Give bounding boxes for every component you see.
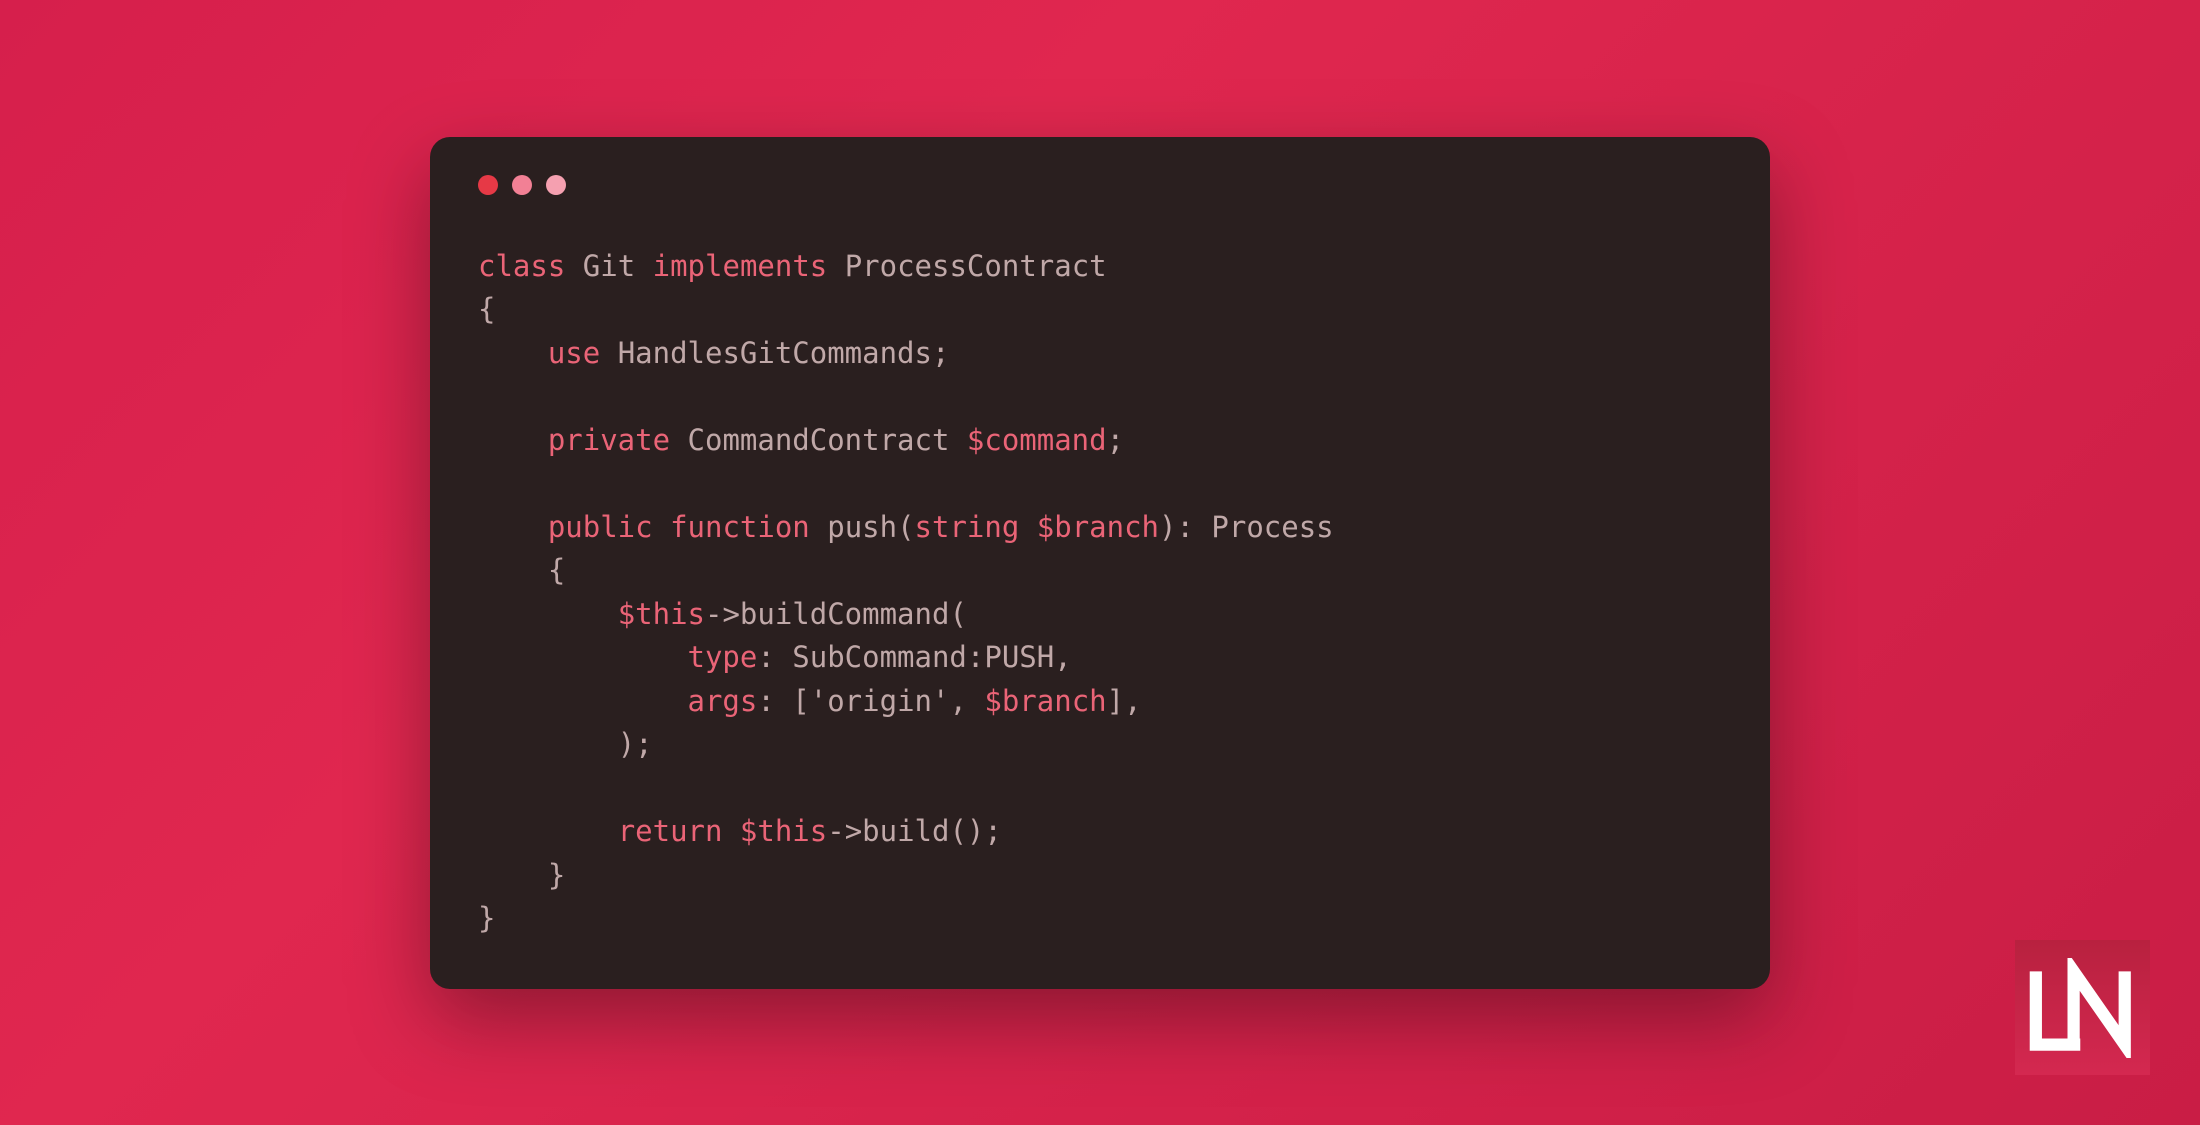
minimize-icon[interactable] bbox=[512, 175, 532, 195]
paren-open: ( bbox=[897, 510, 914, 544]
brace-open: { bbox=[478, 292, 495, 326]
named-arg: type bbox=[688, 640, 758, 674]
named-arg: args bbox=[688, 684, 758, 718]
comma: , bbox=[949, 684, 966, 718]
param-type: string bbox=[915, 510, 1020, 544]
keyword-class: class bbox=[478, 249, 565, 283]
comma: , bbox=[1124, 684, 1141, 718]
bracket-open: [ bbox=[792, 684, 809, 718]
keyword-use: use bbox=[548, 336, 600, 370]
code-window: class Git implements ProcessContract { u… bbox=[430, 137, 1770, 989]
variable: $branch bbox=[984, 684, 1106, 718]
logo bbox=[2015, 940, 2150, 1075]
arrow: -> bbox=[705, 597, 740, 631]
return-type: Process bbox=[1211, 510, 1333, 544]
maximize-icon[interactable] bbox=[546, 175, 566, 195]
param-var: $branch bbox=[1037, 510, 1159, 544]
bracket-close: ] bbox=[1107, 684, 1124, 718]
method-name: build bbox=[862, 814, 949, 848]
semicolon: ; bbox=[1107, 423, 1124, 457]
class-name: Git bbox=[583, 249, 635, 283]
trait-name: HandlesGitCommands bbox=[618, 336, 932, 370]
type-name: CommandContract bbox=[688, 423, 950, 457]
constant: PUSH bbox=[984, 640, 1054, 674]
paren-close: ); bbox=[618, 727, 653, 761]
colon: : bbox=[757, 684, 774, 718]
brace-close: } bbox=[548, 858, 565, 892]
keyword-implements: implements bbox=[653, 249, 828, 283]
semicolon: ; bbox=[932, 336, 949, 370]
brace-close: } bbox=[478, 901, 495, 935]
keyword-return: return bbox=[618, 814, 723, 848]
keyword-public: public bbox=[548, 510, 653, 544]
keyword-private: private bbox=[548, 423, 670, 457]
call-close: (); bbox=[949, 814, 1001, 848]
logo-icon bbox=[2025, 958, 2140, 1058]
function-name: push bbox=[827, 510, 897, 544]
class-ref: SubCommand bbox=[792, 640, 967, 674]
keyword-function: function bbox=[670, 510, 810, 544]
comma: , bbox=[1054, 640, 1071, 674]
paren-open: ( bbox=[949, 597, 966, 631]
colon: : bbox=[757, 640, 774, 674]
interface-name: ProcessContract bbox=[845, 249, 1107, 283]
this-var: $this bbox=[618, 597, 705, 631]
close-icon[interactable] bbox=[478, 175, 498, 195]
scope-sep: : bbox=[967, 640, 984, 674]
string-literal: 'origin' bbox=[810, 684, 950, 718]
code-content: class Git implements ProcessContract { u… bbox=[478, 245, 1722, 941]
colon: : bbox=[1176, 510, 1193, 544]
this-var: $this bbox=[740, 814, 827, 848]
window-controls bbox=[478, 175, 1722, 195]
variable: $command bbox=[967, 423, 1107, 457]
arrow: -> bbox=[827, 814, 862, 848]
paren-close: ) bbox=[1159, 510, 1176, 544]
brace-open: { bbox=[548, 553, 565, 587]
method-name: buildCommand bbox=[740, 597, 950, 631]
